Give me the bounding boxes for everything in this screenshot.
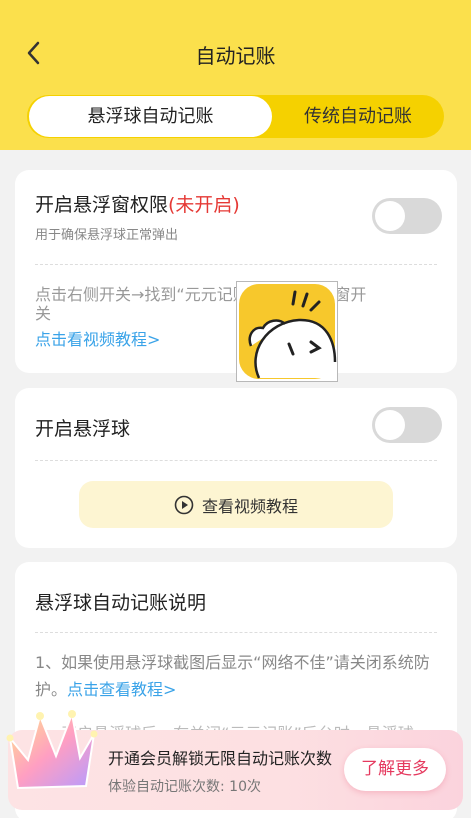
floating-ball-mascot[interactable] xyxy=(236,281,338,382)
explain-tutorial-link[interactable]: 点击查看教程> xyxy=(67,680,176,699)
permission-subtitle: 用于确保悬浮球正常弹出 xyxy=(35,228,179,243)
permission-status: (未开启) xyxy=(168,194,240,216)
explain-para-1: 1、如果使用悬浮球截图后显示“网络不佳”请关闭系统防护。点击查看教程> xyxy=(35,649,440,703)
mascot-icon xyxy=(239,284,337,379)
crown-icon xyxy=(6,710,98,790)
toggle-knob xyxy=(375,410,405,440)
permission-title-text: 开启悬浮窗权限 xyxy=(35,194,169,216)
vip-title: 开通会员解锁无限自动记账次数 xyxy=(108,749,333,768)
watch-video-button[interactable]: 查看视频教程 xyxy=(79,481,393,528)
page-title: 自动记账 xyxy=(195,44,276,68)
tab-traditional[interactable]: 传统自动记账 xyxy=(272,95,444,138)
permission-title: 开启悬浮窗权限(未开启) xyxy=(35,190,240,217)
float-ball-title: 开启悬浮球 xyxy=(35,418,131,440)
play-circle-icon xyxy=(174,495,194,514)
video-tutorial-link[interactable]: 点击看视频教程> xyxy=(35,326,160,350)
permission-toggle[interactable] xyxy=(372,198,442,234)
tab-float-ball[interactable]: 悬浮球自动记账 xyxy=(29,96,272,137)
vip-subtitle: 体验自动记账次数: 10次 xyxy=(108,779,261,795)
divider xyxy=(35,264,437,265)
learn-more-button[interactable]: 了解更多 xyxy=(344,748,446,791)
divider xyxy=(35,460,437,461)
app-header: 自动记账 悬浮球自动记账 传统自动记账 xyxy=(0,0,471,150)
divider xyxy=(35,632,437,633)
float-ball-card: 开启悬浮球 查看视频教程 xyxy=(15,388,457,548)
segmented-tabs: 悬浮球自动记账 传统自动记账 xyxy=(27,95,444,138)
explain-title: 悬浮球自动记账说明 xyxy=(35,592,207,614)
watch-video-label: 查看视频教程 xyxy=(201,496,298,516)
float-ball-toggle[interactable] xyxy=(372,407,442,443)
toggle-knob xyxy=(375,201,405,231)
